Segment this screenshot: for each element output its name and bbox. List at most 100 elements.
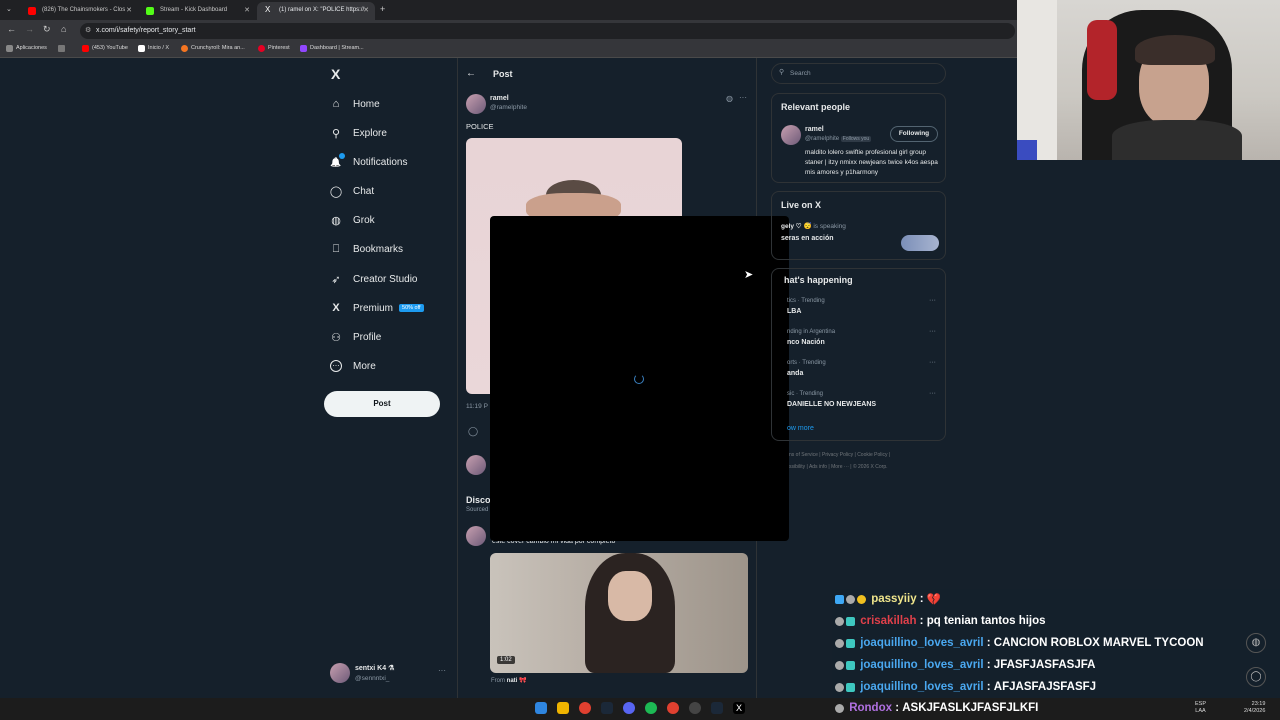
nav-premium[interactable]: X Premium 50% off: [330, 297, 424, 319]
webcam-shirt: [1112, 120, 1242, 160]
x-app-icon[interactable]: X: [733, 702, 745, 714]
footer-link[interactable]: Ads info: [809, 464, 827, 470]
windows-start-icon[interactable]: [535, 702, 547, 714]
footer-link[interactable]: More ···: [831, 464, 849, 470]
close-tab-icon[interactable]: ✕: [363, 6, 369, 14]
chat-username[interactable]: joaquillino_loves_avril: [860, 637, 983, 649]
file-explorer-icon[interactable]: [557, 702, 569, 714]
post-button[interactable]: Post: [324, 391, 440, 417]
back-arrow-icon[interactable]: ←: [466, 68, 476, 79]
relevant-avatar[interactable]: [781, 125, 801, 145]
nav-explore[interactable]: ⚲ Explore: [330, 122, 387, 144]
nav-creator-studio[interactable]: ➶ Creator Studio: [330, 268, 417, 290]
trend-meta: tics · Trending: [787, 298, 825, 304]
bookmark-x[interactable]: Inicio / X: [138, 45, 169, 52]
discord-icon[interactable]: [623, 702, 635, 714]
chat-username[interactable]: Rondox: [849, 702, 892, 714]
nav-bookmarks[interactable]: ⎕ Bookmarks: [330, 238, 403, 260]
author-name[interactable]: ramel: [490, 95, 509, 102]
forward-icon[interactable]: →: [25, 24, 34, 34]
trend-more-icon[interactable]: ···: [929, 328, 936, 335]
tab-list-chevron-icon[interactable]: ⌄: [6, 5, 12, 13]
clock[interactable]: 23:19 2/4/2026: [1244, 701, 1265, 715]
account-avatar[interactable]: [330, 663, 350, 683]
bookmark-youtube[interactable]: (453) YouTube: [82, 45, 128, 52]
author-avatar[interactable]: [466, 94, 486, 114]
nav-home[interactable]: ⌂ Home: [330, 93, 380, 115]
chat-badge-icon: [846, 638, 855, 648]
relevant-handle-row: @ramelphite Follows you: [805, 136, 872, 142]
account-name: sentxi K4 ⚗: [355, 665, 395, 672]
back-icon[interactable]: ←: [7, 24, 16, 34]
live-listeners-avatars[interactable]: [901, 235, 939, 251]
chrome-profile-icon[interactable]: [667, 702, 679, 714]
reply-icon[interactable]: ◯: [468, 426, 478, 437]
show-more-link[interactable]: ow more: [787, 425, 814, 432]
new-tab-icon[interactable]: +: [380, 4, 385, 14]
footer-link[interactable]: Cookie Policy: [857, 452, 887, 458]
footer-link[interactable]: ns of Service: [789, 452, 818, 458]
trend-name[interactable]: DANIELLE NO NEWJEANS: [787, 401, 876, 408]
follows-you-badge: Follows you: [840, 136, 872, 142]
language-indicator[interactable]: ESP LAA: [1195, 701, 1206, 715]
live-room-title[interactable]: seras en acción: [781, 235, 834, 242]
chat-message: joaquillino_loves_avril : CANCION ROBLOX…: [835, 633, 1204, 653]
trend-more-icon[interactable]: ···: [929, 390, 936, 397]
close-tab-icon[interactable]: ✕: [126, 6, 132, 14]
nav-notifications[interactable]: 🔔 Notifications: [330, 151, 407, 173]
bookmark-pinterest[interactable]: Pinterest: [258, 45, 290, 52]
bookmark-dashboard[interactable]: Dashboard | Stream...: [300, 45, 364, 52]
messages-float-icon[interactable]: ◯: [1246, 667, 1266, 687]
nav-profile[interactable]: ⚇ Profile: [330, 326, 381, 348]
trend-more-icon[interactable]: ···: [929, 297, 936, 304]
url-field[interactable]: ⚙ x.com/i/safety/report_story_start: [80, 23, 1015, 39]
author-handle[interactable]: @ramelphite: [490, 104, 527, 111]
spotify-icon[interactable]: [645, 702, 657, 714]
page-title: Post: [493, 69, 513, 79]
nav-more[interactable]: ⋯ More: [330, 355, 376, 377]
trend-name[interactable]: LBA: [787, 308, 801, 315]
nav-chat[interactable]: ◯ Chat: [330, 180, 374, 202]
live-speaker: gely ♡ 😴: [781, 223, 812, 230]
trend-more-icon[interactable]: ···: [929, 359, 936, 366]
close-tab-icon[interactable]: ✕: [244, 6, 250, 14]
search-icon: ⚲: [779, 69, 785, 76]
account-menu-icon[interactable]: ···: [438, 666, 446, 675]
chrome-icon[interactable]: [579, 702, 591, 714]
chat-message: joaquillino_loves_avril : AFJASFAJSFASFJ: [835, 677, 1096, 697]
obs-icon[interactable]: [689, 702, 701, 714]
steam-2-icon[interactable]: [711, 702, 723, 714]
chat-username[interactable]: joaquillino_loves_avril: [860, 659, 983, 671]
grok-float-icon[interactable]: ◍: [1246, 633, 1266, 653]
tab-kick[interactable]: Stream - Kick Dashboard ✕: [138, 2, 256, 20]
suggested-avatar[interactable]: [466, 526, 486, 546]
tab-x-post[interactable]: X (1) ramel on X: "POLICE https:// ✕: [257, 2, 375, 20]
nav-label: Home: [353, 98, 380, 110]
search-input[interactable]: ⚲ Search: [771, 63, 946, 84]
bookmark-apps[interactable]: Aplicaciones: [6, 45, 47, 52]
trend-name[interactable]: anda: [787, 370, 803, 377]
chat-username[interactable]: crisakillah: [860, 615, 916, 627]
loading-spinner-icon: [634, 374, 644, 384]
bookmark-folder-icon[interactable]: [58, 45, 65, 52]
footer-link[interactable]: ssibility: [789, 464, 805, 470]
bookmark-crunchyroll[interactable]: Crunchyroll: Mira an...: [181, 45, 245, 52]
home-icon[interactable]: ⌂: [61, 24, 66, 34]
trend-name[interactable]: nco Nación: [787, 339, 825, 346]
relevant-name[interactable]: ramel: [805, 126, 824, 133]
from-name[interactable]: nati 🎀: [507, 678, 527, 684]
footer-link[interactable]: Privacy Policy: [822, 452, 853, 458]
site-info-icon[interactable]: ⚙: [85, 26, 91, 34]
following-button[interactable]: Following: [890, 126, 938, 142]
reload-icon[interactable]: ↻: [43, 24, 51, 35]
x-logo-icon[interactable]: X: [331, 66, 340, 82]
post-more-icon[interactable]: ···: [739, 93, 747, 102]
chat-username[interactable]: passyiiy: [871, 593, 916, 605]
chat-username[interactable]: joaquillino_loves_avril: [860, 681, 983, 693]
grok-icon[interactable]: ◍: [726, 94, 733, 103]
nav-grok[interactable]: ◍ Grok: [330, 209, 374, 231]
steam-icon[interactable]: [601, 702, 613, 714]
reply-avatar[interactable]: [466, 455, 486, 475]
video-thumbnail[interactable]: 1:02: [490, 553, 748, 673]
tab-youtube[interactable]: (826) The Chainsmokers - Clos ✕: [20, 2, 138, 20]
